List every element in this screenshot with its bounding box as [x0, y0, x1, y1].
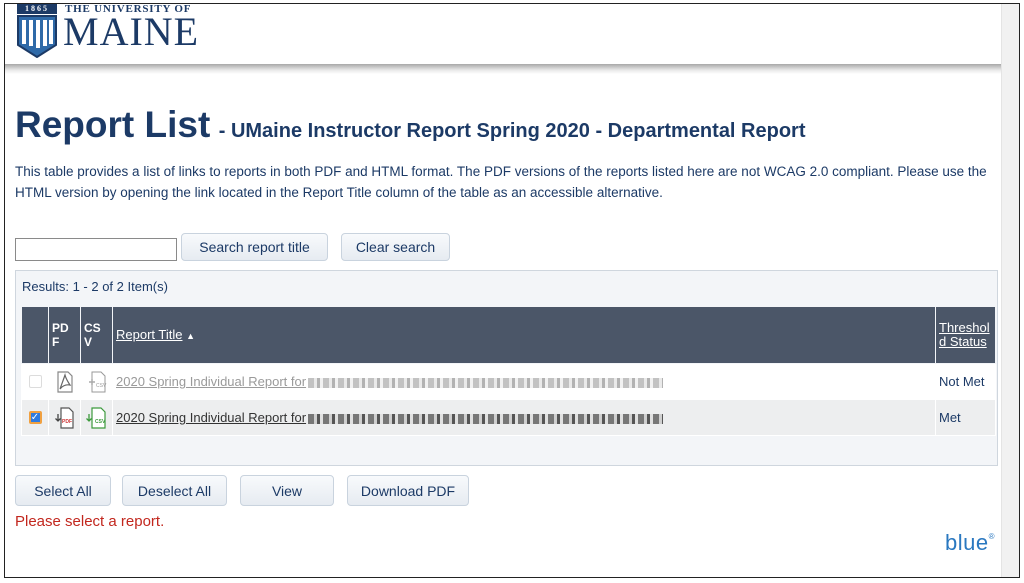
search-input[interactable] [15, 238, 177, 261]
threshold-status-header[interactable]: Threshold Status [935, 306, 996, 364]
threshold-status-cell: Not Met [935, 363, 996, 400]
sort-ascending-icon: ▲ [186, 330, 196, 341]
error-message: Please select a report. [15, 513, 165, 530]
report-link[interactable]: 2020 Spring Individual Report for [116, 410, 306, 425]
csv-column-header: CSV [80, 306, 113, 364]
csv-cell[interactable]: CSV [80, 399, 113, 436]
page-title: Report List [15, 104, 211, 145]
deselect-all-button[interactable]: Deselect All [122, 475, 227, 506]
report-link[interactable]: 2020 Spring Individual Report for [116, 374, 306, 389]
site-header: 1865 THE UNIVERSITY OF MAINE [5, 4, 1001, 64]
scrollbar-track[interactable] [1001, 4, 1019, 577]
csv-cell[interactable]: CSV [80, 363, 113, 400]
search-button[interactable]: Search report title [181, 233, 328, 261]
view-button[interactable]: View [240, 475, 334, 506]
csv-icon[interactable]: CSV [86, 370, 108, 394]
select-all-button[interactable]: Select All [15, 475, 111, 506]
report-title-column-header[interactable]: Report Title ▲ [112, 306, 936, 364]
row-select-cell[interactable]: ✓ [21, 399, 49, 436]
blue-logo: blue® [945, 530, 995, 555]
header-shadow [5, 64, 1001, 74]
table-row: CSV 2020 Spring Individual Report for No… [21, 363, 996, 400]
clear-search-button[interactable]: Clear search [341, 233, 450, 261]
redacted-name [308, 413, 664, 424]
row-select-cell[interactable] [21, 363, 49, 400]
logo-year: 1865 [17, 4, 57, 14]
page-subtitle: - UMaine Instructor Report Spring 2020 -… [218, 120, 806, 142]
row-checkbox[interactable] [28, 375, 42, 388]
report-title-cell[interactable]: 2020 Spring Individual Report for [112, 363, 936, 400]
results-count: Results: 1 - 2 of 2 Item(s) [22, 279, 168, 294]
pdf-cell[interactable] [48, 363, 81, 400]
redacted-name [308, 377, 664, 388]
page-heading: Report List - UMaine Instructor Report S… [15, 104, 806, 146]
browser-frame: 1865 THE UNIVERSITY OF MAINE Report List… [4, 3, 1020, 578]
page-description: This table provides a list of links to r… [15, 164, 987, 200]
pdf-column-header: PDF [48, 306, 81, 364]
row-checkbox-checked[interactable]: ✓ [28, 411, 42, 424]
report-title-sort-link[interactable]: Report Title [116, 327, 182, 342]
report-title-cell[interactable]: 2020 Spring Individual Report for [112, 399, 936, 436]
svg-text:CSV: CSV [96, 383, 107, 389]
threshold-status-sort-link[interactable]: Threshold Status [939, 321, 991, 349]
university-logo[interactable]: 1865 THE UNIVERSITY OF MAINE [15, 4, 255, 58]
shield-icon [17, 15, 57, 58]
pdf-icon[interactable] [54, 370, 76, 394]
threshold-status-cell: Met [935, 399, 996, 436]
table-row: ✓ PDF CSV 2020 Spring Individual Report … [21, 399, 996, 436]
download-pdf-button[interactable]: Download PDF [347, 475, 469, 506]
pdf-download-icon[interactable]: PDF [54, 406, 76, 430]
svg-text:PDF: PDF [62, 419, 72, 425]
select-column-header [21, 306, 49, 364]
csv-download-icon[interactable]: CSV [85, 406, 108, 430]
svg-text:CSV: CSV [95, 419, 106, 425]
pdf-cell[interactable]: PDF [48, 399, 81, 436]
logo-name: MAINE [63, 9, 200, 54]
report-table: PDF CSV Report Title ▲ Threshold Status [21, 306, 996, 436]
table-header-row: PDF CSV Report Title ▲ Threshold Status [21, 306, 996, 364]
results-panel: Results: 1 - 2 of 2 Item(s) PDF CSV Repo… [15, 270, 998, 466]
